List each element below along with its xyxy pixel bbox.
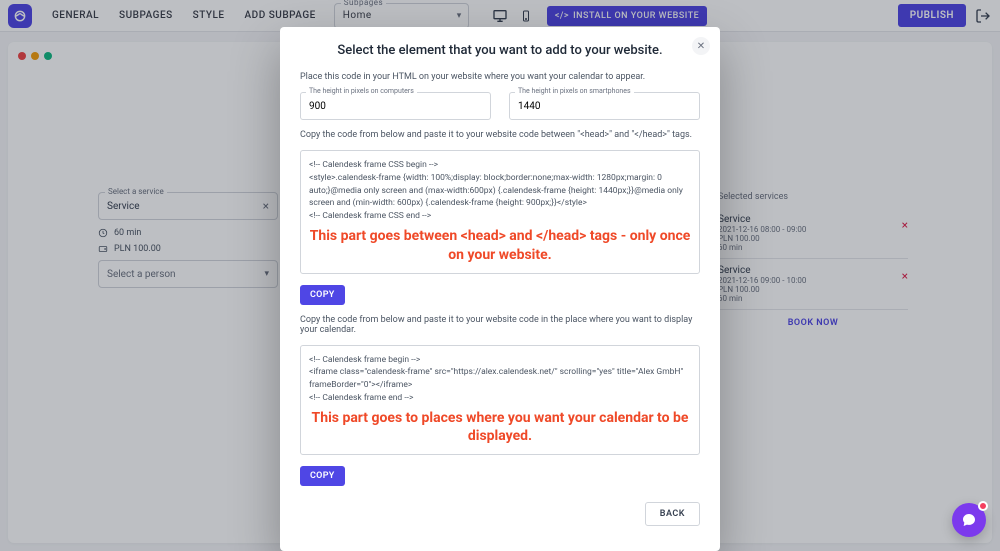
notification-badge: [978, 501, 988, 511]
chat-fab[interactable]: [952, 503, 986, 537]
head-code-box[interactable]: <!-- Calendesk frame CSS begin --> <styl…: [300, 150, 700, 274]
modal-desc-1: Place this code in your HTML on your web…: [300, 72, 700, 82]
annotation-1: This part goes between <head> and </head…: [309, 227, 691, 265]
modal-title: Select the element that you want to add …: [300, 43, 700, 58]
height-pc-input[interactable]: [300, 92, 491, 120]
annotation-2: This part goes to places where you want …: [309, 409, 691, 447]
modal-desc-2: Copy the code from below and paste it to…: [300, 130, 700, 140]
copy-head-button[interactable]: COPY: [300, 285, 345, 305]
modal-overlay[interactable]: ✕ Select the element that you want to ad…: [0, 0, 1000, 551]
modal-desc-3: Copy the code from below and paste it to…: [300, 315, 700, 335]
back-button[interactable]: BACK: [645, 502, 700, 526]
height-sm-input[interactable]: [509, 92, 700, 120]
body-code-box[interactable]: <!-- Calendesk frame begin --> <iframe c…: [300, 345, 700, 456]
height-sm-label: The height in pixels on smartphones: [515, 87, 634, 95]
copy-body-button[interactable]: COPY: [300, 466, 345, 486]
height-pc-label: The height in pixels on computers: [306, 87, 417, 95]
close-button[interactable]: ✕: [692, 37, 710, 55]
install-modal: ✕ Select the element that you want to ad…: [280, 27, 720, 551]
